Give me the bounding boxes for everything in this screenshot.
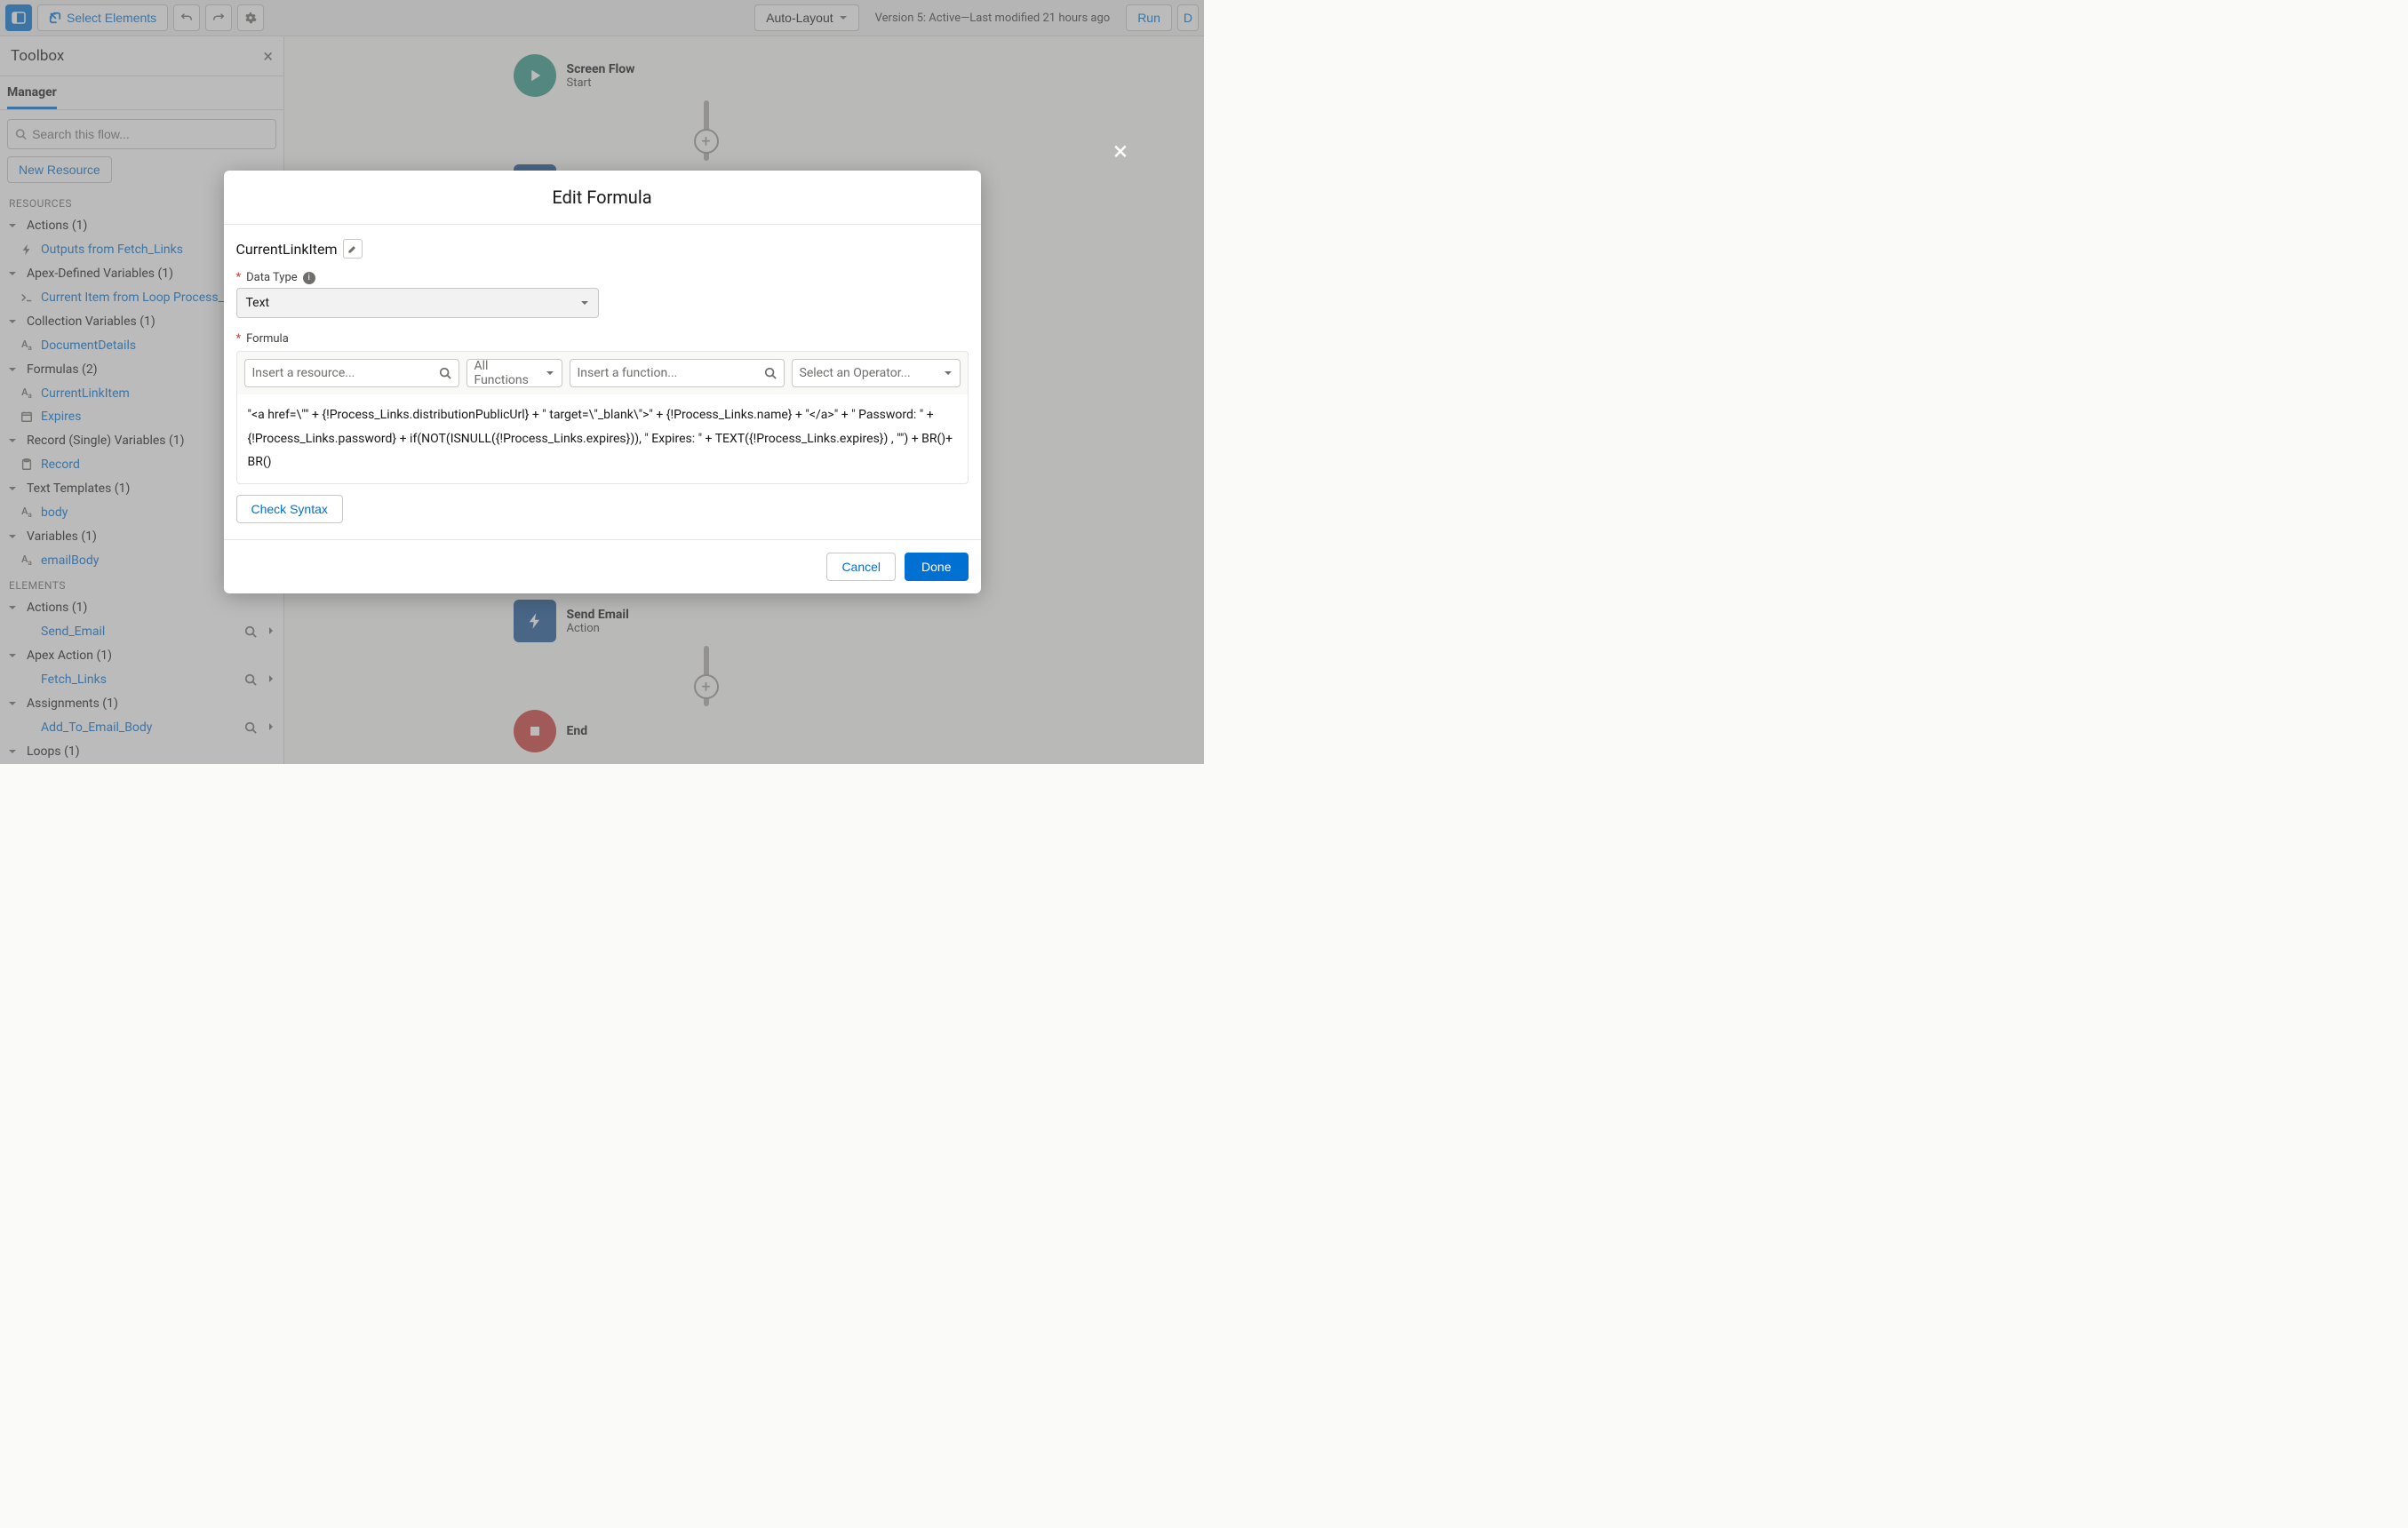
check-syntax-label: Check Syntax — [251, 502, 328, 516]
data-type-value: Text — [246, 296, 270, 310]
search-icon — [439, 367, 451, 379]
resource-placeholder: Insert a resource... — [252, 366, 355, 380]
info-icon[interactable]: i — [303, 272, 315, 284]
formula-label: Formula — [246, 332, 289, 346]
function-placeholder: Insert a function... — [578, 366, 678, 380]
done-button[interactable]: Done — [905, 553, 968, 581]
edit-formula-modal: Edit Formula CurrentLinkItem * Data Type… — [224, 171, 981, 593]
cancel-label: Cancel — [841, 560, 881, 574]
data-type-label: Data Type — [246, 271, 298, 284]
chevron-down-icon — [546, 369, 554, 378]
formula-variable-name: CurrentLinkItem — [236, 241, 338, 258]
edit-name-button[interactable] — [343, 239, 363, 259]
resource-picker[interactable]: Insert a resource... — [244, 359, 459, 387]
data-type-select[interactable]: Text — [236, 288, 599, 318]
modal-title: Edit Formula — [224, 171, 981, 225]
modal-close-icon[interactable]: × — [1113, 139, 1128, 165]
functions-dropdown[interactable]: All Functions — [466, 359, 562, 387]
required-marker: * — [236, 271, 242, 284]
done-label: Done — [921, 560, 951, 574]
search-icon — [764, 367, 777, 379]
modal-wrapper: Edit Formula CurrentLinkItem * Data Type… — [0, 0, 1204, 764]
required-marker: * — [236, 332, 242, 346]
cancel-button[interactable]: Cancel — [826, 553, 896, 581]
check-syntax-button[interactable]: Check Syntax — [236, 495, 343, 523]
functions-label: All Functions — [474, 359, 546, 387]
operator-placeholder: Select an Operator... — [800, 366, 911, 380]
formula-textarea[interactable]: "<a href=\"" + {!Process_Links.distribut… — [236, 394, 969, 484]
chevron-down-icon — [580, 298, 589, 307]
function-picker[interactable]: Insert a function... — [570, 359, 785, 387]
chevron-down-icon — [944, 369, 953, 378]
operator-dropdown[interactable]: Select an Operator... — [792, 359, 961, 387]
